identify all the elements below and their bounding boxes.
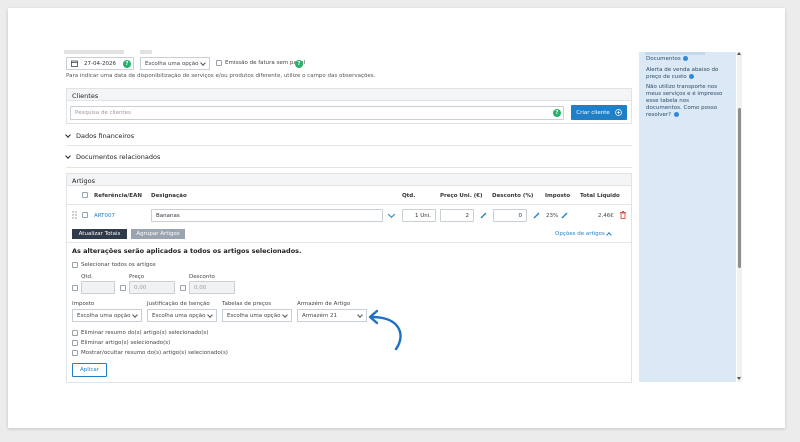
col-designation: Designação	[151, 193, 187, 199]
select-all-header-checkbox[interactable]	[82, 192, 88, 198]
article-ref-link[interactable]: ART007	[94, 213, 115, 219]
tax-select[interactable]: Escolha uma opção	[72, 309, 142, 322]
warehouse-label: Armazém de Artigo	[297, 301, 351, 307]
help-icon[interactable]: ?	[123, 59, 131, 68]
info-icon	[673, 112, 679, 117]
price-tables-label: Tabelas de preços	[222, 301, 272, 307]
designation-input[interactable]: Bananas	[151, 209, 383, 222]
chevron-down-icon	[200, 59, 206, 66]
financial-data-toggle[interactable]: Dados financeiros	[65, 132, 134, 140]
scroll-up-icon[interactable]	[737, 52, 741, 55]
chevron-down-icon	[357, 311, 363, 318]
cut-off-text	[645, 52, 705, 55]
delete-summary-label: Eliminar resumo do(s) artigo(s) selecion…	[81, 330, 209, 336]
update-totals-button[interactable]: Atualizar Totais	[72, 229, 127, 239]
bulk-heading: As alterações serão aplicados a todos os…	[72, 247, 302, 255]
tax-label: Imposto	[72, 301, 95, 307]
bulk-price-label: Preço	[129, 274, 145, 280]
bulk-qty-checkbox[interactable]	[72, 285, 78, 291]
option-select[interactable]: Escolha uma opção	[140, 57, 210, 70]
client-search-input[interactable]: Pesquisa de clientes	[70, 106, 564, 120]
delete-summary-checkbox[interactable]	[72, 330, 78, 336]
chevron-down-icon	[207, 311, 213, 318]
clients-title: Clientes	[72, 92, 99, 100]
chevron-down-icon	[65, 153, 71, 159]
scrollbar-thumb[interactable]	[738, 108, 741, 268]
chevron-down-icon	[282, 311, 288, 318]
col-ref: Referência/EAN	[94, 193, 142, 199]
unit-price-input[interactable]: 2	[440, 209, 474, 222]
create-client-button[interactable]: Criar cliente	[571, 105, 627, 120]
warehouse-select[interactable]: Armazém 21	[297, 309, 367, 322]
toggle-summary-checkbox[interactable]	[72, 350, 78, 356]
exemption-select[interactable]: Escolha uma opção	[147, 309, 217, 322]
edit-pencil-icon[interactable]	[561, 212, 568, 219]
qty-input[interactable]: 1 Uni.	[402, 209, 436, 222]
tax-value: 23%	[546, 213, 559, 219]
help-icon[interactable]: ?	[553, 109, 561, 117]
annotation-arrow-icon	[368, 309, 402, 351]
price-tables-select[interactable]: Escolha uma opção	[222, 309, 292, 322]
help-icon[interactable]: ?	[295, 59, 303, 68]
col-discount: Desconto (%)	[492, 193, 534, 199]
exemption-label: Justificação de Isenção	[147, 301, 210, 307]
col-tax: Imposto	[545, 193, 571, 199]
bulk-price-input[interactable]: 0,00	[129, 281, 175, 294]
add-circle-icon	[614, 109, 622, 116]
paperless-checkbox[interactable]	[216, 60, 222, 66]
article-options-link[interactable]: Opções de artigos	[555, 231, 605, 237]
bulk-qty-label: Qtd.	[81, 274, 93, 280]
edit-pencil-icon[interactable]	[533, 212, 540, 219]
help-link[interactable]: Alerta de venda abaixo do preço de custo	[646, 67, 718, 81]
info-icon	[689, 74, 695, 79]
delete-articles-checkbox[interactable]	[72, 340, 78, 346]
group-articles-button[interactable]: Agrupar Artigos	[131, 229, 185, 239]
help-link[interactable]: Não utilizo transporte nos meus serviços…	[646, 84, 722, 119]
select-all-checkbox[interactable]	[72, 262, 78, 268]
col-unit-price: Preço Uni. (€)	[440, 193, 483, 199]
toggle-summary-label: Mostrar/ocultar resumo do(s) artigo(s) s…	[81, 350, 228, 356]
select-all-label: Selecionar todos os artigos	[81, 262, 156, 268]
divider	[66, 145, 632, 146]
select-value: Escolha uma opção	[145, 60, 199, 67]
date-note: Para indicar uma data de disponibilizaçã…	[66, 73, 376, 79]
row-checkbox[interactable]	[82, 212, 88, 218]
bulk-qty-input[interactable]	[81, 281, 115, 294]
divider	[66, 167, 632, 168]
trash-icon[interactable]	[620, 211, 626, 219]
edit-pencil-icon[interactable]	[480, 212, 487, 219]
delete-articles-label: Eliminar artigo(s) selecionado(s)	[81, 340, 171, 346]
cut-off-label	[140, 50, 152, 54]
cut-off-label	[64, 50, 124, 54]
client-search-placeholder: Pesquisa de clientes	[75, 110, 131, 116]
date-value: 27-04-2026	[84, 60, 116, 67]
related-docs-toggle[interactable]: Documentos relacionados	[65, 153, 160, 161]
bulk-discount-label: Desconto	[189, 274, 215, 280]
info-icon	[683, 56, 689, 61]
chevron-down-icon	[132, 311, 138, 318]
help-link[interactable]: Documentos	[646, 56, 689, 63]
apply-button[interactable]: Aplicar	[72, 363, 107, 377]
calendar-icon	[71, 60, 78, 67]
bulk-price-checkbox[interactable]	[120, 285, 126, 291]
paperless-label: Emissão de fatura sem papel	[225, 60, 306, 66]
app-window: 27-04-2026 ? Escolha uma opção Emissão d…	[8, 8, 785, 428]
scroll-down-icon[interactable]	[737, 377, 741, 380]
drag-handle-icon[interactable]	[72, 211, 77, 219]
chevron-down-icon	[65, 132, 71, 138]
discount-input[interactable]: 0	[493, 209, 527, 222]
articles-title: Artigos	[72, 177, 95, 185]
col-qty: Qtd.	[402, 193, 416, 199]
bulk-discount-checkbox[interactable]	[180, 285, 186, 291]
col-total: Total Líquido	[580, 193, 620, 199]
total-value: 2,46€	[598, 213, 614, 219]
bulk-discount-input[interactable]: 0,00	[189, 281, 235, 294]
